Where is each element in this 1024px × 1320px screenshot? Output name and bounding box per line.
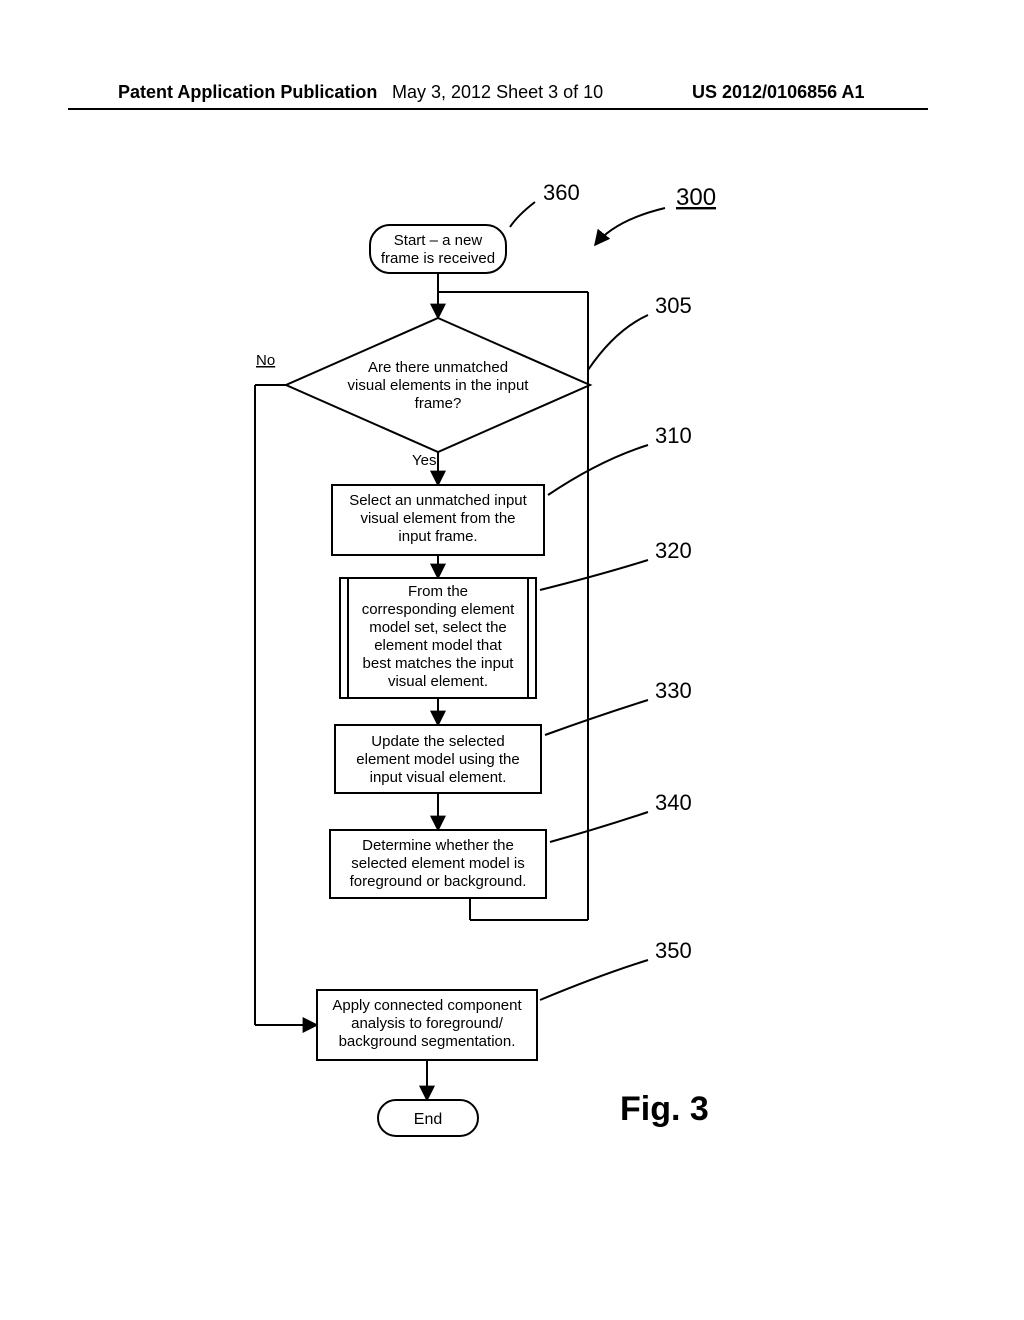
label-update-model: 330 <box>655 678 692 703</box>
figure-caption: Fig. 3 <box>620 1090 709 1128</box>
node-select-unmatched-line1: Select an unmatched input <box>349 492 527 509</box>
node-update-model-line3: input visual element. <box>370 769 507 786</box>
flowchart: 300 Start – a new frame is received 360 … <box>0 150 1024 1320</box>
node-decision-line3: frame? <box>415 395 462 412</box>
node-cc-line3: background segmentation. <box>339 1033 516 1050</box>
label-start: 360 <box>543 180 580 205</box>
label-select-model: 320 <box>655 538 692 563</box>
node-select-unmatched-line2: visual element from the <box>360 510 515 527</box>
label-decision: 305 <box>655 293 692 318</box>
node-decision-line1: Are there unmatched <box>368 359 508 376</box>
label-yes: Yes <box>412 452 436 469</box>
label-connected-comp: 350 <box>655 938 692 963</box>
label-determine: 340 <box>655 790 692 815</box>
publication-type: Patent Application Publication <box>118 82 377 103</box>
node-cc-line2: analysis to foreground/ <box>351 1015 504 1032</box>
node-determine-line1: Determine whether the <box>362 837 514 854</box>
publication-number: US 2012/0106856 A1 <box>692 82 864 103</box>
node-select-model-line1: From the <box>408 583 468 600</box>
node-update-model-line1: Update the selected <box>371 733 504 750</box>
node-decision-line2: visual elements in the input <box>348 377 530 394</box>
label-no: No <box>256 352 275 369</box>
node-determine-line3: foreground or background. <box>350 873 527 890</box>
node-start-line2: frame is received <box>381 250 495 267</box>
node-select-model-line5: best matches the input <box>363 655 515 672</box>
figure-ref-overall: 300 <box>676 184 716 211</box>
node-end-text: End <box>414 1111 442 1128</box>
node-select-model-line3: model set, select the <box>369 619 507 636</box>
date-sheet: May 3, 2012 Sheet 3 of 10 <box>392 82 603 103</box>
node-update-model-line2: element model using the <box>356 751 519 768</box>
node-select-model-line2: corresponding element <box>362 601 515 618</box>
node-determine-line2: selected element model is <box>351 855 524 872</box>
label-select-unmatched: 310 <box>655 423 692 448</box>
node-start-line1: Start – a new <box>394 232 483 249</box>
node-cc-line1: Apply connected component <box>332 997 522 1014</box>
node-select-model-line4: element model that <box>374 637 502 654</box>
header-rule <box>68 108 928 110</box>
node-select-model-line6: visual element. <box>388 673 488 690</box>
node-select-unmatched-line3: input frame. <box>398 528 477 545</box>
